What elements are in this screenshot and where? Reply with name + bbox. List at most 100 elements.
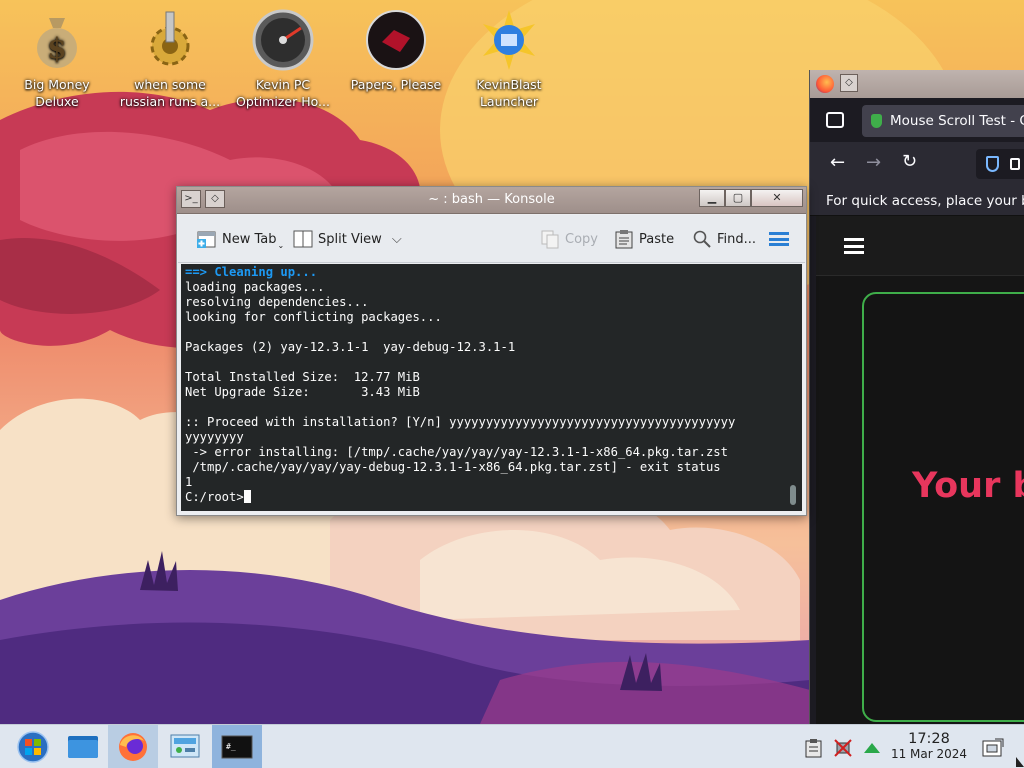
new-tab-label: New Tab xyxy=(222,231,277,247)
network-disconnected-icon[interactable] xyxy=(832,737,854,759)
terminal-line: -> error installing: [/tmp/.cache/yay/ya… xyxy=(185,445,728,459)
firefox-titlebar[interactable]: ◇ xyxy=(810,70,1024,98)
close-button[interactable]: ✕ xyxy=(751,189,803,207)
page-card: Your b xyxy=(862,292,1024,722)
copy-button[interactable]: Copy xyxy=(539,227,598,251)
tab-title: Mouse Scroll Test - C xyxy=(890,113,1024,129)
new-tab-button[interactable]: New Tab ⌄ xyxy=(196,227,284,251)
desktop-icon-label: Big Money xyxy=(24,77,90,92)
desktop-icon-kevinblast-launcher[interactable]: KevinBlast Launcher xyxy=(454,8,564,110)
page-header xyxy=(816,216,1024,276)
firefox-tab-strip: Mouse Scroll Test - C xyxy=(810,98,1024,142)
firefox-logo-icon xyxy=(816,75,834,93)
control-panel-icon xyxy=(170,734,200,758)
terminal-line: 1 xyxy=(185,475,193,489)
split-view-icon xyxy=(292,228,314,250)
find-label: Find... xyxy=(717,231,757,247)
minimize-button[interactable]: ▁ xyxy=(699,189,725,207)
desktop-icon-when-some-russian[interactable]: when some russian runs a... xyxy=(115,8,225,110)
paste-label: Paste xyxy=(639,231,675,247)
paste-icon xyxy=(613,228,635,250)
terminal-line: Net Upgrade Size: 3.43 MiB xyxy=(185,385,420,399)
desktop-icon-label: Deluxe xyxy=(35,94,79,109)
hamburger-menu-icon xyxy=(769,232,789,246)
taskbar-konsole[interactable]: #_ xyxy=(212,725,262,768)
terminal-output[interactable]: ==> Cleaning up... loading packages... r… xyxy=(181,264,802,511)
terminal-line: looking for conflicting packages... xyxy=(185,310,442,324)
desktop-icon-big-money-deluxe[interactable]: $ Big Money Deluxe xyxy=(2,8,112,110)
firefox-page-content[interactable]: Your b xyxy=(816,216,1024,724)
kevinblast-icon xyxy=(477,8,541,72)
terminal-line: resolving dependencies... xyxy=(185,295,369,309)
konsole-titlebar[interactable]: >_ ◇ ~ : bash — Konsole ▁ ▢ ✕ xyxy=(177,187,806,214)
taskbar: #_ 17:28 11 Mar 2024 xyxy=(0,724,1024,768)
konsole-window: >_ ◇ ~ : bash — Konsole ▁ ▢ ✕ New Tab ⌄ … xyxy=(176,186,807,516)
folder-icon xyxy=(68,736,98,758)
terminal-line: Packages (2) yay-12.3.1-1 yay-debug-12.3… xyxy=(185,340,516,354)
desktop-corner-button[interactable] xyxy=(1014,755,1024,768)
maximize-button[interactable]: ▢ xyxy=(725,189,751,207)
shield-favicon-icon xyxy=(871,114,882,128)
desktop-icon-papers-please[interactable]: Papers, Please xyxy=(341,8,451,93)
terminal-line: loading packages... xyxy=(185,280,325,294)
copy-icon xyxy=(539,228,561,250)
firefox-window: ◇ Mouse Scroll Test - C ← → ↻ For quick … xyxy=(809,70,1024,724)
speedometer-icon xyxy=(251,8,315,72)
firefox-icon xyxy=(119,733,147,761)
taskbar-system-settings[interactable] xyxy=(160,725,210,768)
terminal-scrollbar[interactable] xyxy=(790,485,796,505)
show-hidden-icons-arrow[interactable] xyxy=(861,737,883,759)
clock-time: 17:28 xyxy=(908,731,950,747)
terminal-prompt: C:/root> xyxy=(185,490,244,504)
terminal-line: Total Installed Size: 12.77 MiB xyxy=(185,370,420,384)
find-button[interactable]: Find... xyxy=(691,227,756,251)
back-icon[interactable]: ← xyxy=(830,152,845,173)
taskbar-firefox[interactable] xyxy=(108,725,158,768)
new-tab-icon xyxy=(196,228,218,250)
url-bar[interactable] xyxy=(976,149,1024,179)
gear-icon xyxy=(138,8,202,72)
svg-text:#_: #_ xyxy=(226,742,236,751)
terminal-icon: #_ xyxy=(221,735,253,759)
copy-label: Copy xyxy=(565,231,598,247)
terminal-line: :: Proceed with installation? [Y/n] yyyy… xyxy=(185,415,736,429)
svg-text:$: $ xyxy=(47,32,66,65)
show-desktop-icon[interactable] xyxy=(981,737,1005,759)
desktop-icon-label: Launcher xyxy=(479,94,539,109)
desktop-icon-label: Papers, Please xyxy=(350,77,442,92)
terminal-line: /tmp/.cache/yay/yay/yay-debug-12.3.1-1-x… xyxy=(185,460,721,474)
desktop-icon-label: KevinBlast xyxy=(476,77,542,92)
chevron-down-icon[interactable]: ⌵ xyxy=(392,232,402,247)
tracking-shield-icon[interactable] xyxy=(986,156,999,172)
split-view-button[interactable]: Split View ⌵ xyxy=(292,227,402,251)
search-icon xyxy=(691,228,713,250)
clock-date: 11 Mar 2024 xyxy=(890,747,968,761)
desktop-icon-label: Kevin PC xyxy=(255,77,311,92)
paste-button[interactable]: Paste xyxy=(613,227,674,251)
desktop-icon-kevin-pc-optimizer[interactable]: Kevin PC Optimizer Ho... xyxy=(228,8,338,110)
firefox-navbar: ← → ↻ xyxy=(810,142,1024,186)
desktop-icon-label: when some xyxy=(134,77,206,92)
tab-mouse-scroll-test[interactable]: Mouse Scroll Test - C xyxy=(862,105,1024,137)
forward-icon[interactable]: → xyxy=(866,152,881,173)
tab-overview-icon[interactable] xyxy=(826,112,844,128)
window-menu-icon[interactable]: ◇ xyxy=(840,74,858,92)
konsole-toolbar: New Tab ⌄ Split View ⌵ Copy Paste Find..… xyxy=(178,215,805,263)
reload-icon[interactable]: ↻ xyxy=(902,151,917,172)
page-heading: Your b xyxy=(912,466,1024,506)
hamburger-menu-icon[interactable] xyxy=(844,238,864,254)
lock-icon[interactable] xyxy=(1010,158,1020,170)
system-clock[interactable]: 17:28 11 Mar 2024 xyxy=(888,731,970,762)
desktop-icon-label: Optimizer Ho... xyxy=(236,94,330,109)
papers-please-icon xyxy=(364,8,428,72)
terminal-cursor xyxy=(243,490,251,503)
bookmarks-toolbar-hint: For quick access, place your bo xyxy=(810,186,1024,216)
split-view-label: Split View xyxy=(318,231,382,247)
start-menu-button[interactable] xyxy=(8,725,58,768)
taskbar-file-manager[interactable] xyxy=(58,725,108,768)
clipboard-tray-icon[interactable] xyxy=(803,737,825,759)
hamburger-menu-button[interactable] xyxy=(769,227,789,251)
terminal-line-status: ==> Cleaning up... xyxy=(185,265,318,279)
chevron-down-icon: ⌄ xyxy=(277,240,285,250)
terminal-line: yyyyyyyy xyxy=(185,430,244,444)
